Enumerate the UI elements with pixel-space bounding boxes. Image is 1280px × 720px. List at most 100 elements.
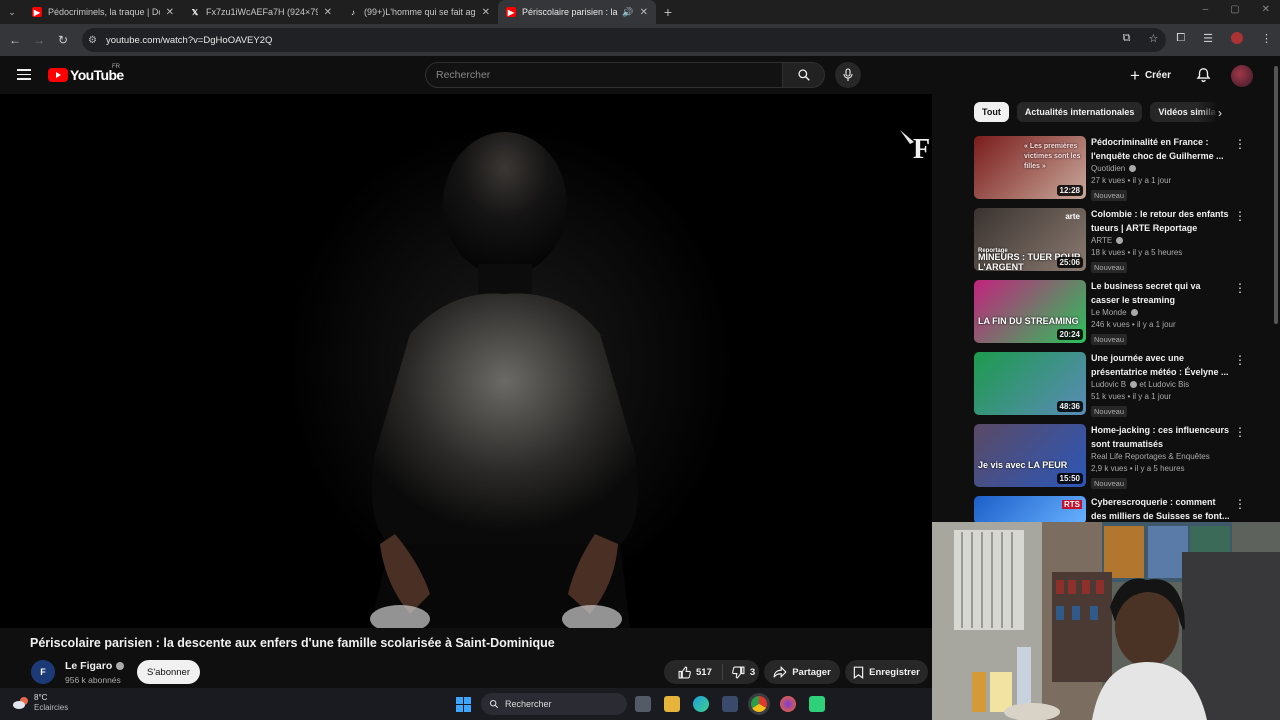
channel-name-text[interactable]: Le Figaro <box>65 660 112 672</box>
filter-chips: Tout Actualités internationales Vidéos s… <box>974 102 1219 122</box>
like-button[interactable]: 517 <box>664 664 723 680</box>
recommended-channel[interactable]: ARTE <box>1091 236 1231 245</box>
url-text[interactable]: youtube.com/watch?v=DgHoOAVEY2Q <box>106 35 272 46</box>
recommended-title[interactable]: Pédocriminalité en France : l'enquête ch… <box>1091 136 1231 163</box>
video-thumbnail[interactable]: 48:36 <box>974 352 1086 415</box>
scrollbar-thumb[interactable] <box>1274 66 1278 324</box>
chip-international-news[interactable]: Actualités internationales <box>1016 102 1143 122</box>
recommended-title[interactable]: Le business secret qui va casser le stre… <box>1091 280 1231 307</box>
video-thumbnail[interactable]: RTS <box>974 496 1086 524</box>
address-bar[interactable]: ⚙ youtube.com/watch?v=DgHoOAVEY2Q <box>82 28 1166 52</box>
video-thumbnail[interactable]: Je vis avec LA PEUR 15:50 <box>974 424 1086 487</box>
more-options-icon[interactable]: ⋮ <box>1234 282 1246 294</box>
subscriber-count: 956 k abonnés <box>65 675 121 685</box>
app-icon[interactable] <box>809 696 825 712</box>
edge-icon[interactable] <box>693 696 709 712</box>
recommended-title[interactable]: Home-jacking : ces influenceurs sont tra… <box>1091 424 1231 451</box>
recommended-channel[interactable]: Quotidien <box>1091 164 1231 173</box>
extensions-icon[interactable]: ⧠ <box>1176 32 1185 45</box>
video-thumbnail[interactable]: « Les premières victimes sont les filles… <box>974 136 1086 199</box>
youtube-logo[interactable]: YouTube FR <box>48 64 124 83</box>
recommended-title[interactable]: Une journée avec une présentatrice météo… <box>1091 352 1231 379</box>
browser-tab[interactable]: ▶ Pédocriminels, la traque | Docu ✕ <box>24 0 182 24</box>
close-tab-icon[interactable]: ✕ <box>640 7 648 18</box>
menu-icon[interactable] <box>17 69 31 80</box>
recommended-video[interactable]: LA FIN DU STREAMING 20:24 Le business secr… <box>974 280 1246 352</box>
minimize-icon[interactable]: – <box>1203 4 1209 15</box>
youtube-icon: ▶ <box>506 7 516 17</box>
channel-name[interactable]: Le Figaro <box>65 660 125 672</box>
tab-search-icon[interactable]: ⌄ <box>0 0 24 24</box>
new-tab-button[interactable]: + <box>656 4 680 20</box>
profile-avatar[interactable] <box>1231 32 1243 44</box>
voice-search-button[interactable] <box>835 62 861 88</box>
video-player[interactable] <box>0 94 932 628</box>
recommended-title[interactable]: Colombie : le retour des enfants tueurs … <box>1091 208 1231 235</box>
tiktok-icon: ♪ <box>351 7 355 17</box>
channel-avatar[interactable]: F <box>31 660 55 684</box>
subscribe-button[interactable]: S'abonner <box>137 660 200 684</box>
browser-menu-icon[interactable]: ⋮ <box>1261 32 1272 45</box>
create-button[interactable]: + Créer <box>1130 64 1171 86</box>
search-input[interactable]: Rechercher <box>425 62 783 88</box>
dislike-button[interactable]: 3 <box>723 666 755 679</box>
store-icon[interactable] <box>722 696 738 712</box>
like-count: 517 <box>696 666 712 678</box>
recommended-video[interactable]: Je vis avec LA PEUR 15:50 Home-jacking : c… <box>974 424 1246 496</box>
more-options-icon[interactable]: ⋮ <box>1234 498 1246 510</box>
recommended-channel[interactable]: Ludovic B et Ludovic Bis <box>1091 380 1231 389</box>
recommended-meta: 2,9 k vues • il y a 5 heures <box>1091 464 1185 473</box>
recommended-info: Cyberescroquerie : comment des milliers … <box>1091 496 1231 523</box>
chips-next-chevron-icon[interactable]: › <box>1218 106 1222 120</box>
more-options-icon[interactable]: ⋮ <box>1234 138 1246 150</box>
browser-toolbar: ← → ↻ ⚙ youtube.com/watch?v=DgHoOAVEY2Q … <box>0 24 1280 56</box>
chip-similar-videos[interactable]: Vidéos simila <box>1150 102 1219 122</box>
reload-icon[interactable]: ↻ <box>51 33 75 47</box>
taskbar-search[interactable]: Rechercher <box>481 693 627 715</box>
site-info-icon[interactable]: ⚙ <box>88 35 97 46</box>
chrome-icon[interactable] <box>751 696 767 712</box>
more-options-icon[interactable]: ⋮ <box>1234 210 1246 222</box>
task-view-icon[interactable] <box>635 696 651 712</box>
browser-tab[interactable]: 𝕏 Fx7zu1iWcAEFa7H (924×790) ✕ <box>182 0 340 24</box>
close-tab-icon[interactable]: ✕ <box>482 7 490 18</box>
close-window-icon[interactable]: ✕ <box>1262 4 1270 15</box>
video-thumbnail[interactable]: LA FIN DU STREAMING 20:24 <box>974 280 1086 343</box>
windows-start-icon[interactable] <box>456 697 471 712</box>
recommended-info: Colombie : le retour des enfants tueurs … <box>1091 208 1231 275</box>
save-button[interactable]: Enregistrer <box>845 660 928 684</box>
recommended-title[interactable]: Cyberescroquerie : comment des milliers … <box>1091 496 1231 523</box>
bookmark-star-icon[interactable]: ☆ <box>1148 32 1158 45</box>
forward-icon[interactable]: → <box>27 33 51 47</box>
close-tab-icon[interactable]: ✕ <box>324 7 332 18</box>
share-button[interactable]: Partager <box>764 660 840 684</box>
cast-icon[interactable]: ⧉ <box>1123 32 1131 45</box>
browser-tab[interactable]: ♪ (99+)L'homme qui se fait agre ✕ <box>340 0 498 24</box>
back-icon[interactable]: ← <box>3 33 27 47</box>
channel-extra[interactable]: Reportages & Enquêtes <box>1125 452 1210 461</box>
video-thumbnail[interactable]: Reportage MINEURS : TUER POUR L'ARGENT art… <box>974 208 1086 271</box>
more-options-icon[interactable]: ⋮ <box>1234 354 1246 366</box>
recommended-video[interactable]: Reportage MINEURS : TUER POUR L'ARGENT art… <box>974 208 1246 280</box>
browser-tab-strip: ⌄ ▶ Pédocriminels, la traque | Docu ✕ 𝕏 Fx7z… <box>0 0 1280 24</box>
chip-all[interactable]: Tout <box>974 102 1009 122</box>
maximize-icon[interactable]: ▢ <box>1230 4 1239 15</box>
new-badge: Nouveau <box>1091 334 1128 345</box>
recommended-video[interactable]: « Les premières victimes sont les filles… <box>974 136 1246 208</box>
close-tab-icon[interactable]: ✕ <box>166 7 174 18</box>
account-avatar[interactable] <box>1231 65 1253 87</box>
weather-widget[interactable]: 8°C Eclaircies <box>12 693 68 713</box>
recommended-video[interactable]: 48:36 Une journée avec une présentatrice … <box>974 352 1246 424</box>
firefox-icon[interactable] <box>780 696 796 712</box>
notifications-bell-icon[interactable] <box>1196 67 1211 83</box>
speaker-icon[interactable]: 🔊 <box>622 7 633 18</box>
file-explorer-icon[interactable] <box>664 696 680 712</box>
recommended-channel[interactable]: Real Life Reportages & Enquêtes <box>1091 452 1231 461</box>
recommended-channel[interactable]: Le Monde <box>1091 308 1231 317</box>
channel-extra[interactable]: et Ludovic Bis <box>1139 380 1189 389</box>
browser-tab[interactable]: ▶ Périscolaire parisien : la des 🔊 ✕ <box>498 0 656 24</box>
media-icon[interactable]: ☰ <box>1203 32 1213 45</box>
search-button[interactable] <box>783 62 825 88</box>
more-options-icon[interactable]: ⋮ <box>1234 426 1246 438</box>
taskbar-search-label: Rechercher <box>505 699 552 709</box>
